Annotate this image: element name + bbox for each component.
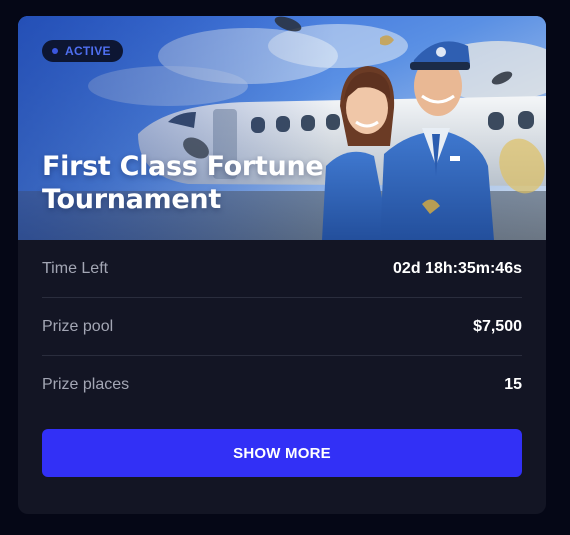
status-dot-icon bbox=[52, 48, 58, 54]
tournament-card: ACTIVE First Class Fortune Tournament Ti… bbox=[18, 16, 546, 514]
tournament-title: First Class Fortune Tournament bbox=[42, 151, 324, 215]
show-more-button[interactable]: SHOW MORE bbox=[42, 429, 522, 477]
prize-pool-value: $7,500 bbox=[473, 317, 522, 335]
prize-places-label: Prize places bbox=[42, 375, 130, 393]
prize-pool-label: Prize pool bbox=[42, 317, 114, 335]
prize-places-row: Prize places 15 bbox=[42, 356, 522, 413]
time-left-row: Time Left 02d 18h:35m:46s bbox=[42, 240, 522, 298]
prize-pool-row: Prize pool $7,500 bbox=[42, 298, 522, 356]
tournament-banner: ACTIVE First Class Fortune Tournament bbox=[18, 16, 546, 240]
prize-places-value: 15 bbox=[504, 375, 522, 393]
time-left-value: 02d 18h:35m:46s bbox=[393, 259, 522, 277]
tournament-details: Time Left 02d 18h:35m:46s Prize pool $7,… bbox=[18, 240, 546, 477]
status-badge-label: ACTIVE bbox=[65, 44, 111, 58]
status-badge: ACTIVE bbox=[42, 40, 123, 62]
time-left-label: Time Left bbox=[42, 259, 109, 277]
